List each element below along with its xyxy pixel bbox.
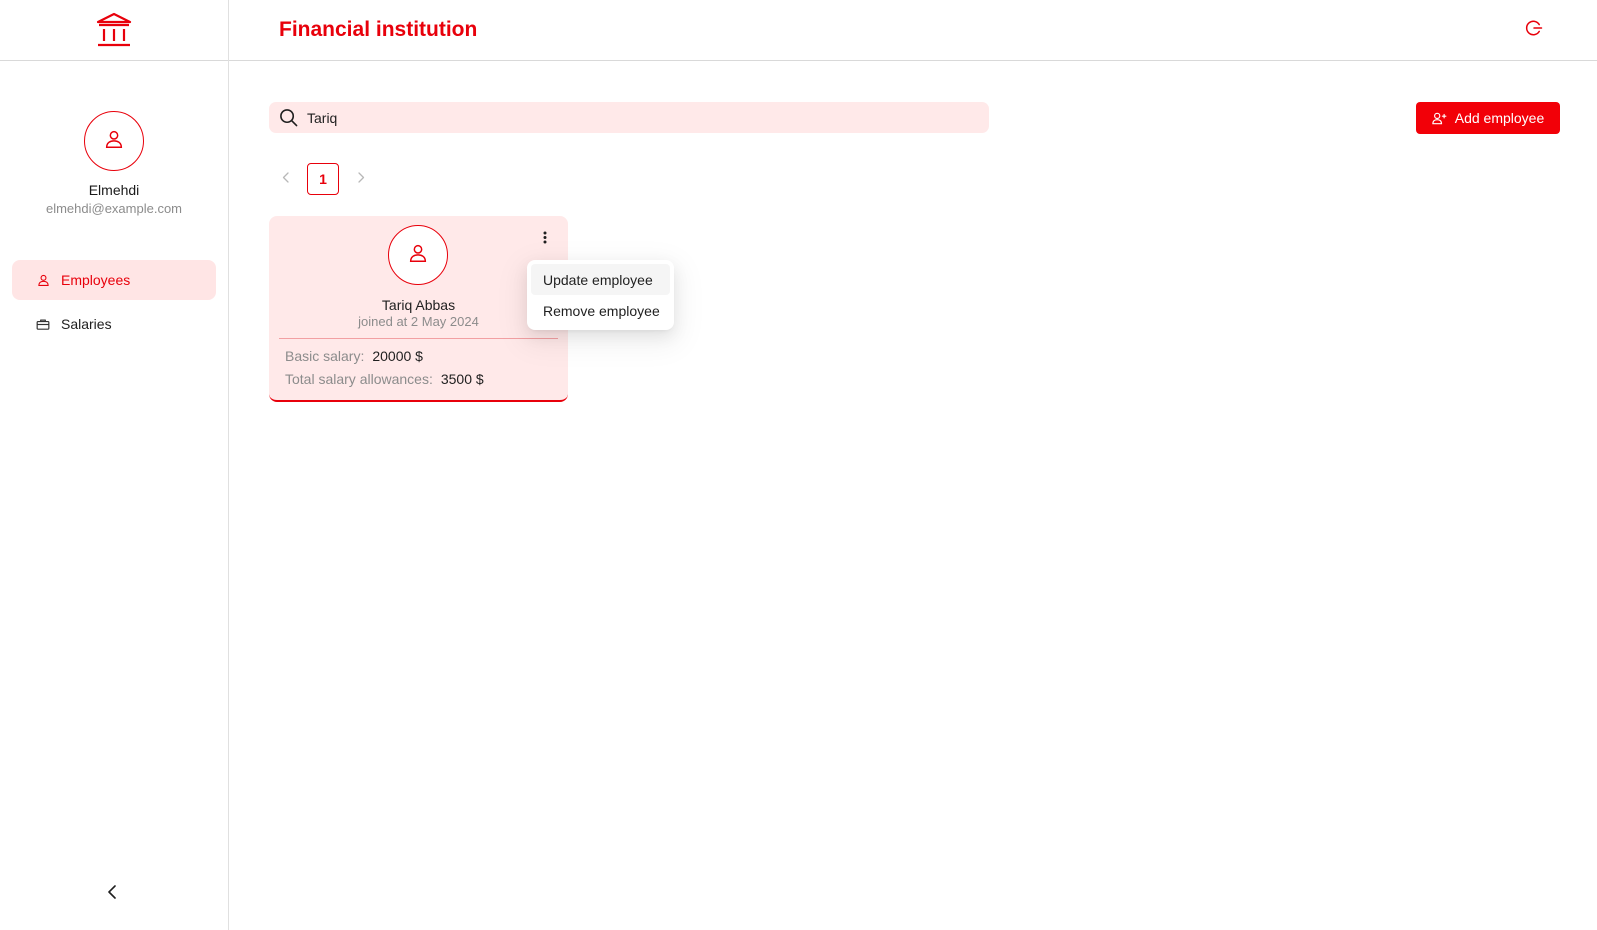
sidebar-item-label: Employees [61, 272, 131, 288]
avatar [388, 225, 448, 285]
divider [279, 338, 558, 339]
more-vertical-icon [543, 231, 547, 249]
user-icon [407, 242, 429, 269]
allowances-row: Total salary allowances: 3500 $ [285, 371, 484, 387]
sidebar-item-employees[interactable]: Employees [12, 260, 216, 300]
sidebar-item-salaries[interactable]: Salaries [12, 304, 216, 344]
user-icon [103, 128, 125, 155]
briefcase-icon [36, 317, 50, 331]
search-icon [278, 108, 298, 128]
chevron-left-icon [107, 884, 117, 904]
label-colon: : [428, 371, 433, 387]
collapse-sidebar-button[interactable] [100, 882, 124, 906]
logout-icon [1525, 19, 1543, 42]
employee-joined-date: joined at 2 May 2024 [358, 314, 479, 329]
user-email: elmehdi@example.com [45, 201, 183, 216]
bank-icon[interactable] [95, 12, 133, 48]
user-profile: Elmehdi elmehdi@example.com [0, 111, 228, 216]
more-options-button[interactable] [536, 230, 554, 250]
update-employee-menu-item[interactable]: Update employee [531, 264, 670, 295]
remove-employee-menu-item[interactable]: Remove employee [531, 295, 670, 326]
card-options-menu: Update employee Remove employee [527, 260, 674, 330]
sidebar: Elmehdi elmehdi@example.com Employees Sa… [0, 0, 229, 930]
sidebar-nav: Employees Salaries [0, 260, 228, 344]
add-employee-label: Add employee [1454, 110, 1545, 126]
employee-card: Tariq Abbas joined at 2 May 2024 Basic s… [269, 216, 568, 402]
user-name: Elmehdi [88, 182, 140, 198]
basic-salary-label: Basic salary [285, 348, 361, 364]
chevron-left-icon [282, 170, 289, 188]
chevron-right-icon [357, 170, 365, 188]
basic-salary-value: 20000 $ [372, 348, 423, 364]
prev-page-button[interactable] [269, 163, 301, 195]
app-root: Elmehdi elmehdi@example.com Employees Sa… [0, 0, 1597, 930]
sidebar-item-label: Salaries [61, 316, 112, 332]
search-input[interactable] [307, 103, 967, 132]
basic-salary-row: Basic salary: 20000 $ [285, 348, 423, 364]
top-header: Financial institution [229, 0, 1597, 61]
allowances-label: Total salary allowances [285, 371, 429, 387]
logo-area [0, 0, 228, 61]
employee-name: Tariq Abbas [381, 297, 456, 313]
page-title: Financial institution [279, 18, 478, 41]
search-bar [269, 102, 989, 133]
next-page-button[interactable] [345, 163, 377, 195]
label-colon: : [360, 348, 365, 364]
pagination: 1 [269, 163, 377, 195]
main-content: Add employee 1 [229, 61, 1597, 930]
avatar [84, 111, 144, 171]
logout-button[interactable] [1523, 19, 1545, 41]
user-add-icon [1432, 112, 1447, 125]
user-icon [36, 273, 50, 287]
add-employee-button[interactable]: Add employee [1416, 102, 1560, 134]
allowances-value: 3500 $ [440, 371, 484, 387]
page-number-button[interactable]: 1 [307, 163, 339, 195]
